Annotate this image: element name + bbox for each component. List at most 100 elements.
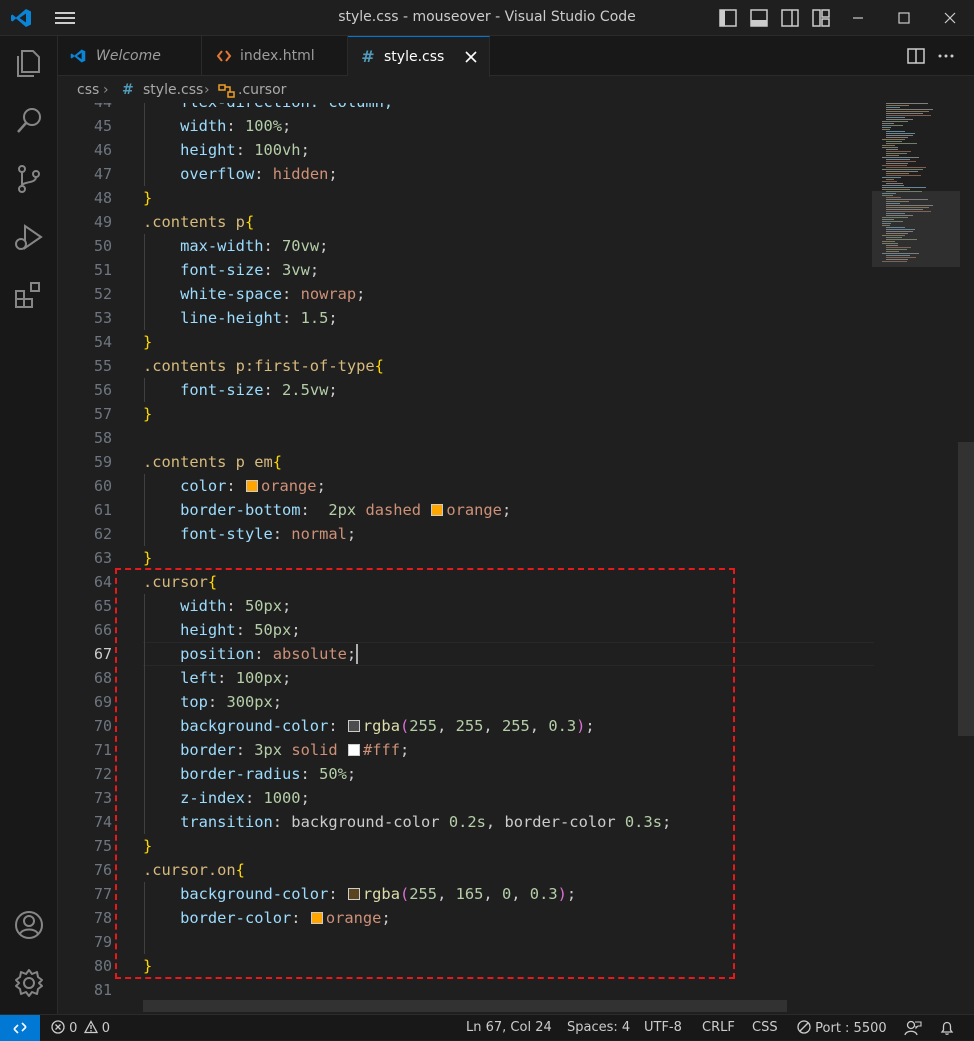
- indentation[interactable]: Spaces: 4: [567, 1020, 630, 1036]
- code-text: font-style: normal;: [180, 525, 357, 543]
- warning-icon: [83, 1020, 98, 1034]
- code-line: 54}: [58, 330, 874, 354]
- horizontal-scrollbar[interactable]: [143, 1000, 787, 1012]
- code-text: .contents p{: [143, 213, 255, 231]
- line-number: 54: [93, 333, 112, 351]
- minimap-line: [886, 155, 899, 156]
- more-actions-icon[interactable]: [936, 46, 956, 66]
- line-number: 46: [93, 141, 112, 159]
- language-mode[interactable]: CSS: [752, 1020, 778, 1036]
- menu-icon[interactable]: [54, 10, 76, 26]
- close-icon[interactable]: [927, 6, 973, 30]
- line-number: 81: [93, 981, 112, 999]
- line-number: 45: [93, 117, 112, 135]
- remote-indicator[interactable]: [0, 1015, 40, 1041]
- minimap-line: [882, 147, 898, 148]
- breadcrumb-folder[interactable]: css: [77, 82, 99, 98]
- code-line: 49 .contents p{: [58, 210, 874, 234]
- code-line: 51 font-size: 3vw;: [58, 258, 874, 282]
- code-text: }: [143, 333, 153, 351]
- code-text: height: 100vh;: [180, 141, 310, 159]
- minimap-line: [886, 111, 929, 112]
- tab-label: Welcome: [96, 48, 161, 64]
- block-circle-icon: [797, 1020, 811, 1034]
- customize-layout-icon[interactable]: [811, 8, 831, 28]
- line-number: 44: [58, 103, 112, 114]
- maximize-icon[interactable]: [881, 6, 927, 30]
- code-text: line-height: 1.5;: [180, 309, 338, 327]
- minimap-line: [882, 185, 904, 186]
- explorer-icon[interactable]: [12, 46, 46, 80]
- notifications-bell-icon[interactable]: [939, 1020, 955, 1036]
- minimap-line: [886, 173, 909, 174]
- line-number: 63: [93, 549, 112, 567]
- highlight-annotation-box: [115, 568, 735, 979]
- minimap-viewport[interactable]: [872, 191, 960, 267]
- search-icon[interactable]: [12, 104, 46, 138]
- toggle-secondary-sidebar-icon[interactable]: [780, 8, 800, 28]
- chevron-right-icon: ›: [103, 82, 109, 98]
- problems-status[interactable]: 0 0: [51, 1020, 110, 1037]
- tab-close-icon[interactable]: [463, 49, 479, 65]
- code-line: 58: [58, 426, 874, 450]
- color-swatch[interactable]: [431, 504, 444, 516]
- code-text: max-width: 70vw;: [180, 237, 329, 255]
- minimap-line: [886, 107, 900, 108]
- manage-gear-icon[interactable]: [12, 966, 46, 1000]
- line-number: 49: [93, 213, 112, 231]
- end-of-line[interactable]: CRLF: [702, 1020, 735, 1036]
- html-icon: [216, 50, 232, 62]
- cursor-position[interactable]: Ln 67, Col 24: [466, 1020, 552, 1036]
- code-line: 59 .contents p em{: [58, 450, 874, 474]
- minimap-line: [886, 115, 931, 116]
- indent-guide: [144, 103, 145, 186]
- line-number: 59: [93, 453, 112, 471]
- tab-index-html[interactable]: index.html: [202, 36, 348, 76]
- code-line: 63}: [58, 546, 874, 570]
- css-hash-icon: #: [122, 82, 134, 98]
- code-text: color: orange;: [180, 477, 326, 495]
- indent-guide: [144, 378, 145, 402]
- line-number: 62: [93, 525, 112, 543]
- feedback-person-icon[interactable]: [904, 1020, 922, 1036]
- line-number: 61: [93, 501, 112, 519]
- minimap-line: [886, 143, 917, 144]
- account-icon[interactable]: [12, 908, 46, 942]
- breadcrumb-symbol[interactable]: .cursor: [238, 82, 286, 98]
- line-number: 64: [93, 573, 112, 591]
- editor-tabs: Welcome index.html # style.css: [58, 36, 974, 77]
- minimize-icon[interactable]: [835, 6, 881, 30]
- breadcrumb-file[interactable]: style.css: [143, 82, 203, 98]
- vertical-scrollbar[interactable]: [958, 442, 974, 736]
- code-line: 81: [58, 978, 874, 1002]
- code-line: 60 color: orange;: [58, 474, 874, 498]
- code-text: font-size: 3vw;: [180, 261, 320, 279]
- code-line: 48}: [58, 186, 874, 210]
- tab-welcome[interactable]: Welcome: [58, 36, 202, 76]
- split-editor-icon[interactable]: [906, 46, 926, 66]
- tab-style-css[interactable]: # style.css: [348, 36, 490, 77]
- toggle-primary-sidebar-icon[interactable]: [718, 8, 738, 28]
- minimap[interactable]: [872, 103, 960, 268]
- encoding[interactable]: UTF-8: [644, 1020, 682, 1036]
- minimap-line: [882, 125, 903, 126]
- code-editor[interactable]: 44 flex-direction: column;45 width: 100%…: [58, 103, 974, 1014]
- code-text: width: 100%;: [180, 117, 292, 135]
- code-text: }: [143, 549, 153, 567]
- source-control-icon[interactable]: [12, 162, 46, 196]
- toggle-panel-icon[interactable]: [749, 8, 769, 28]
- minimap-line: [882, 129, 890, 130]
- code-line: 47 overflow: hidden;: [58, 162, 874, 186]
- code-line: 57}: [58, 402, 874, 426]
- line-number: 56: [93, 381, 112, 399]
- indent-guide: [144, 474, 145, 546]
- live-server-port[interactable]: Port : 5500: [797, 1020, 887, 1037]
- minimap-line: [886, 141, 902, 142]
- line-number: 48: [93, 189, 112, 207]
- run-debug-icon[interactable]: [12, 220, 46, 254]
- color-swatch[interactable]: [245, 480, 258, 492]
- minimap-line: [882, 187, 926, 188]
- line-number: 69: [93, 693, 112, 711]
- extensions-icon[interactable]: [12, 278, 46, 312]
- line-number: 68: [93, 669, 112, 687]
